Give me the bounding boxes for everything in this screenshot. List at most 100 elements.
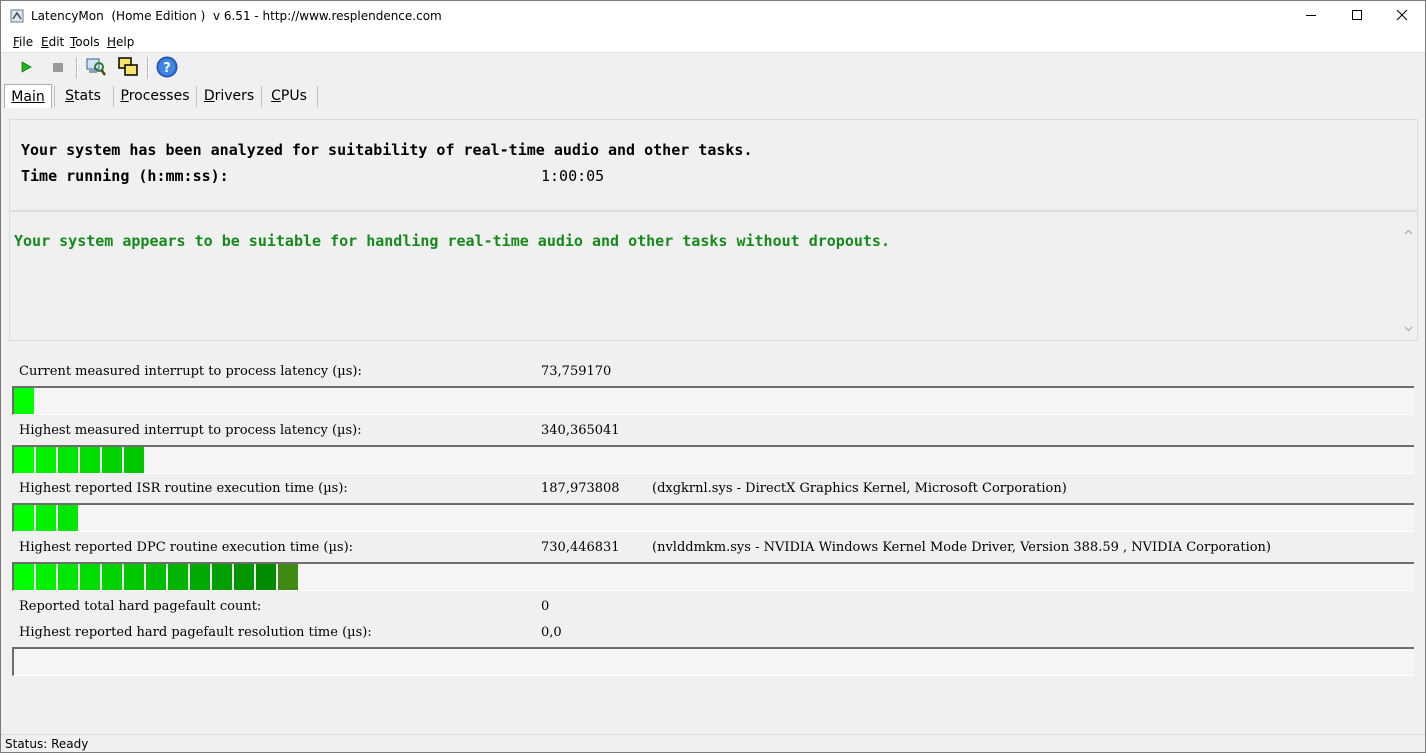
menu-tools-label: ools (75, 35, 100, 49)
menu-tools[interactable]: Tools (70, 35, 100, 49)
meter-segment (58, 564, 78, 590)
minimize-icon (1305, 9, 1317, 24)
maximize-button[interactable] (1334, 1, 1380, 32)
meter-segment (146, 564, 166, 590)
start-button[interactable] (14, 56, 38, 80)
meter-fill (14, 505, 80, 531)
verdict-text: Your system appears to be suitable for h… (14, 232, 890, 250)
tab-cpus-accel: C (271, 88, 281, 104)
pagefault-meter (12, 647, 1414, 676)
tab-divider (113, 86, 114, 107)
meter-segment (212, 564, 232, 590)
tab-processes[interactable]: Processes (115, 84, 195, 108)
metric-label: Highest reported DPC routine execution t… (19, 540, 354, 555)
minimize-button[interactable] (1288, 1, 1334, 32)
menu-file-label: ile (19, 35, 34, 49)
tab-processes-label: Processes (120, 88, 189, 104)
tab-stats[interactable]: Stats (56, 84, 110, 108)
tab-main-accel: M (11, 89, 24, 105)
stop-icon (51, 60, 65, 77)
meter-segment (36, 447, 56, 473)
title-bar[interactable]: LatencyMon (Home Edition ) v 6.51 - http… (1, 1, 1425, 32)
meter-segment (80, 447, 100, 473)
meter-segment (58, 447, 78, 473)
metrics-panel: Current measured interrupt to process la… (9, 341, 1416, 731)
meter-segment (14, 564, 34, 590)
toolbar-separator (76, 57, 78, 79)
close-button[interactable] (1379, 1, 1425, 32)
tab-main-label: Main (11, 89, 44, 105)
meter-segment (168, 564, 188, 590)
menu-edit[interactable]: Edit (41, 35, 64, 49)
latency-meter (12, 386, 1414, 415)
tab-divider (317, 86, 318, 107)
pagefault-time-label: Highest reported hard pagefault resoluti… (19, 625, 372, 640)
latency-meter (12, 562, 1414, 591)
tab-processes-accel: P (120, 88, 129, 104)
menu-help[interactable]: Help (107, 35, 134, 49)
tab-main[interactable]: Main (4, 84, 52, 109)
menu-help-accel: H (107, 35, 117, 49)
tab-drivers-rest: rivers (214, 88, 255, 104)
analyze-icon (85, 56, 107, 81)
status-text: Status: Ready (5, 737, 89, 751)
tab-cpus-label: CPUs (271, 88, 307, 104)
pagefault-count-value: 0 (541, 599, 550, 614)
metric-label: Current measured interrupt to process la… (19, 364, 362, 379)
metric-driver-info: (dxgkrnl.sys - DirectX Graphics Kernel, … (652, 481, 1067, 496)
window-title: LatencyMon (Home Edition ) v 6.51 - http… (31, 9, 442, 23)
tab-drivers[interactable]: Drivers (198, 84, 260, 108)
meter-segment (234, 564, 254, 590)
meter-segment (80, 564, 100, 590)
menu-edit-label: dit (48, 35, 65, 49)
stop-button[interactable] (46, 56, 70, 80)
time-running-value: 1:00:05 (541, 167, 605, 185)
verdict-scrollbar[interactable] (1400, 226, 1417, 338)
meter-segment (14, 505, 34, 531)
play-icon (19, 60, 33, 77)
tab-drivers-accel: D (203, 88, 215, 104)
pagefault-count-label: Reported total hard pagefault count: (19, 599, 262, 614)
tab-processes-rest: rocesses (128, 88, 190, 104)
meter-segment (36, 505, 56, 531)
tab-cpus[interactable]: CPUs (263, 84, 315, 108)
meter-segment (278, 564, 298, 590)
metric-driver-info: (nvlddmkm.sys - NVIDIA Windows Kernel Mo… (652, 540, 1271, 555)
metric-value: 340,365041 (541, 423, 620, 438)
help-icon: ? (156, 56, 178, 81)
scroll-down-icon[interactable] (1404, 322, 1413, 336)
metric-label: Highest reported ISR routine execution t… (19, 481, 348, 496)
time-running-label: Time running (h:mm:ss): (21, 167, 229, 185)
latencymon-window: LatencyMon (Home Edition ) v 6.51 - http… (0, 0, 1426, 753)
metric-value: 187,973808 (541, 481, 620, 496)
analyze-button[interactable] (84, 56, 108, 80)
tab-stats-label: Stats (65, 88, 101, 104)
analysis-summary-panel: Your system has been analyzed for suitab… (9, 119, 1418, 211)
meter-segment (124, 447, 144, 473)
scroll-up-icon[interactable] (1404, 226, 1413, 240)
latency-meter (12, 503, 1414, 532)
tab-divider (261, 86, 262, 107)
metric-label: Highest measured interrupt to process la… (19, 423, 362, 438)
meter-segment (102, 564, 122, 590)
windows-button[interactable] (116, 56, 140, 80)
help-button[interactable]: ? (155, 56, 179, 80)
meter-segment (58, 505, 78, 531)
status-bar: Status: Ready (1, 734, 1425, 752)
main-tab-content: Your system has been analyzed for suitab… (1, 108, 1425, 734)
windows-icon (117, 56, 139, 81)
tab-bar: Main Stats Processes Drivers CPUs (1, 83, 1425, 109)
tab-stats-rest: tats (74, 88, 101, 104)
menu-edit-accel: E (41, 35, 49, 49)
tab-cpus-rest: PUs (280, 88, 307, 104)
metric-value: 73,759170 (541, 364, 612, 379)
meter-segment (14, 447, 34, 473)
tab-main-rest: ain (23, 89, 45, 105)
tab-drivers-label: Drivers (204, 88, 254, 104)
close-icon (1396, 9, 1408, 24)
tab-divider (54, 86, 55, 107)
menu-file[interactable]: File (13, 35, 33, 49)
app-icon (10, 9, 24, 23)
latency-meter (12, 445, 1414, 474)
maximize-icon (1351, 9, 1363, 24)
